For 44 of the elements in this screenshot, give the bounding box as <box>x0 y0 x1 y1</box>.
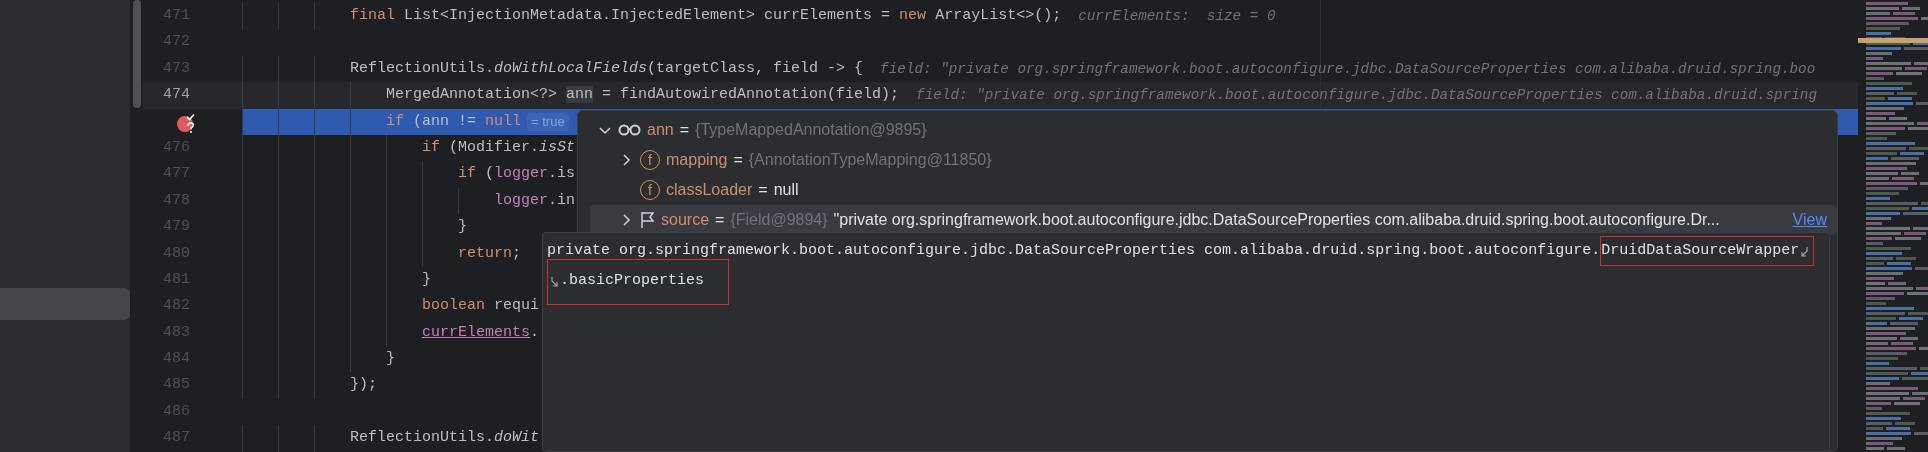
variable-row[interactable]: f classLoader = null <box>590 175 1837 205</box>
code-line: ReflectionUtils.doWit <box>350 428 540 449</box>
scrollbar-thumb[interactable] <box>133 0 141 108</box>
tooltip-text: private org.springframework.boot.autoconfigure.jdbc.DataSourceProperties com.alibaba.druid.spring.boot.autoconfigure. <box>547 240 1601 261</box>
code-line: final List<InjectionMetadata.InjectedElement> currElements = new ArrayList<>(); <box>350 6 1062 26</box>
inlay-hint: currElements: size = 0 <box>1078 7 1276 26</box>
code-line: if (ann != null <box>386 111 522 132</box>
variable-name: ann <box>647 120 674 140</box>
line-number: 474 <box>163 86 190 104</box>
glasses-icon <box>618 122 641 138</box>
code-line: boolean requi <box>422 296 540 317</box>
variable-value: {Field@9894} <box>730 210 828 230</box>
equals-sign: = <box>733 150 743 170</box>
variable-name: classLoader <box>666 180 753 200</box>
tooltip-text: DruidDataSourceWrapper <box>1601 240 1800 261</box>
inlay-hint: field: "private org.springframework.boot.autoconfigure.jdbc.DataSourceProperties com.alibaba.druid.spring <box>916 86 1817 106</box>
variable-name: source <box>661 210 710 230</box>
code-line: ReflectionUtils.doWithLocalFields(targetClass, field -> { <box>350 58 864 79</box>
variable-detail: "private org.springframework.boot.autoconfigure.jdbc.DataSourceProperties com.alibaba.druid.spring.boot.autoconfigure.Dr... <box>833 210 1720 230</box>
variable-row[interactable]: ann = {TypeMappedAnnotation@9895} <box>590 115 1837 145</box>
code-line: if (logger.is <box>458 164 576 185</box>
variable-row[interactable]: f mapping = {AnnotationTypeMapping@11850} <box>590 145 1837 175</box>
variable-row[interactable]: source = {Field@9894} "private org.springframework.boot.autoconfigure.jdbc.DataSourceProperties com.alibaba.druid.spring.boot.autoconfigure.Dr... View <box>590 205 1837 235</box>
code-line: } <box>458 217 467 238</box>
variable-value: {AnnotationTypeMapping@11850} <box>748 150 992 170</box>
sidebar-item[interactable] <box>0 288 130 320</box>
variable-value: {TypeMappedAnnotation@9895} <box>695 120 927 140</box>
code-line: } <box>386 349 395 370</box>
flag-icon <box>640 211 655 229</box>
code-line: MergedAnnotation<?> ann = findAutowiredAnnotation(field); <box>386 85 900 106</box>
tooltip-text: .basicProperties <box>560 270 705 291</box>
equals-sign: = <box>715 210 725 230</box>
variable-name: mapping <box>666 150 728 170</box>
code-line: if (Modifier.isSt <box>422 137 576 158</box>
equals-sign: = <box>679 120 690 140</box>
code-line: } <box>422 269 431 290</box>
code-line: logger.in <box>494 190 576 211</box>
code-line: }); <box>350 375 377 396</box>
inline-value: = true <box>527 112 569 131</box>
inlay-hint: field: "private org.springframework.boot.autoconfigure.jdbc.DataSourceProperties com.alibaba.druid.spring.boo <box>880 59 1816 79</box>
code-line: return; <box>458 243 522 264</box>
equals-sign: = <box>758 180 768 200</box>
code-line: currElements. <box>422 322 540 343</box>
variable-value: null <box>773 180 799 200</box>
